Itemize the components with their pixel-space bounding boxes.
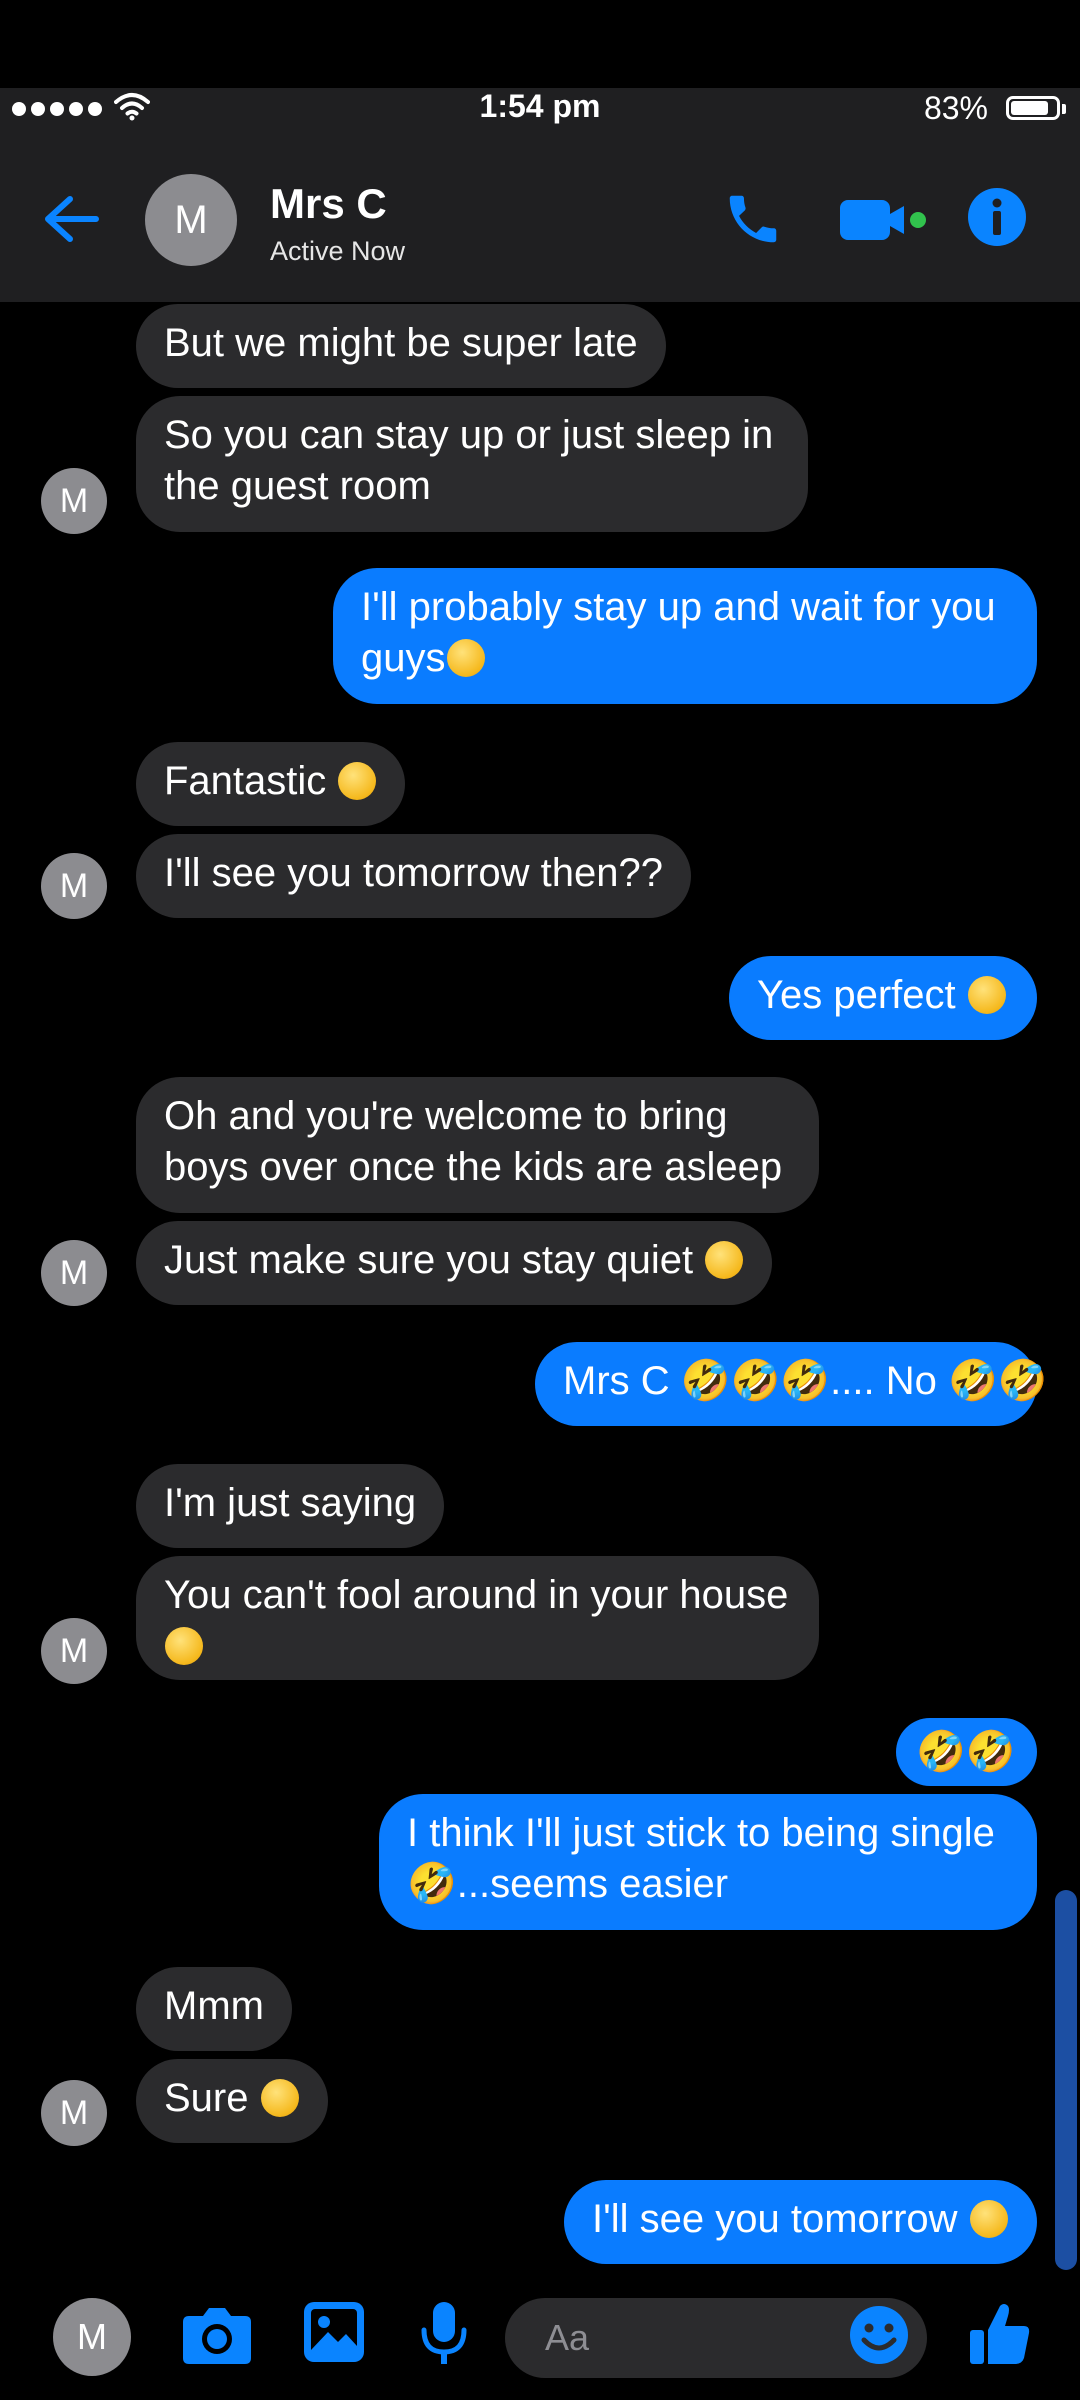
- message-text: I'll see you tomorrow then??: [164, 851, 664, 895]
- message-text-line: guys: [361, 636, 446, 680]
- message-bubble-incoming[interactable]: Just make sure you stay quiet: [136, 1221, 773, 1305]
- contact-name[interactable]: Mrs C: [270, 180, 387, 228]
- message-bubble-incoming[interactable]: But we might be super late: [136, 304, 666, 388]
- message-text: Just make sure you stay quiet: [164, 1238, 705, 1282]
- video-camera-icon[interactable]: [838, 196, 928, 244]
- message-bubble-incoming[interactable]: So you can stay up or just sleep in the …: [136, 396, 808, 532]
- message-text: Mmm: [164, 1984, 264, 2028]
- winking-face-emoji-icon: [260, 2079, 299, 2117]
- status-bar: 1:54 pm 83%: [0, 88, 1080, 138]
- contact-status: Active Now: [270, 236, 406, 266]
- message-text-line: You can't fool around in your house: [164, 1573, 789, 1617]
- message-bubble-incoming[interactable]: Oh and you're welcome to bring boys over…: [136, 1077, 819, 1213]
- message-bubble-incoming[interactable]: I'm just saying: [136, 1464, 445, 1548]
- message-text-line: boys over once the kids are asleep: [164, 1145, 783, 1189]
- sender-avatar[interactable]: M: [41, 468, 107, 534]
- message-text: I'll see you tomorrow: [592, 2197, 969, 2241]
- message-text-line: Oh and you're welcome to bring: [164, 1094, 728, 1138]
- message-text-line: I think I'll just stick to being single: [407, 1811, 995, 1855]
- message-bubble-incoming[interactable]: Sure: [136, 2059, 328, 2143]
- sender-avatar[interactable]: M: [41, 1618, 107, 1684]
- message-text-line: So you can stay up or just sleep in: [164, 413, 774, 457]
- hand-over-mouth-emoji-icon: [967, 976, 1006, 1014]
- back-arrow-icon[interactable]: [42, 193, 102, 245]
- message-bubble-outgoing[interactable]: I'll see you tomorrow: [564, 2180, 1037, 2264]
- composer-avatar[interactable]: M: [53, 2298, 131, 2376]
- battery-percentage: 83%: [923, 90, 988, 126]
- contact-avatar[interactable]: M: [145, 174, 237, 266]
- message-text: 🤣🤣: [916, 1730, 1016, 1774]
- message-text-line: 🤣...seems easier: [407, 1862, 729, 1906]
- message-bubble-outgoing[interactable]: Yes perfect: [729, 956, 1037, 1040]
- hand-over-mouth-emoji-icon: [969, 2200, 1008, 2238]
- phone-icon[interactable]: [722, 188, 784, 250]
- thumbs-up-icon[interactable]: [968, 2300, 1032, 2368]
- sender-avatar[interactable]: M: [41, 853, 107, 919]
- message-bubble-incoming[interactable]: You can't fool around in your house: [136, 1556, 819, 1680]
- camera-icon[interactable]: [181, 2302, 253, 2366]
- scroll-indicator[interactable]: [1055, 1890, 1077, 2270]
- message-bubble-outgoing[interactable]: Mrs C 🤣🤣🤣.... No 🤣🤣: [535, 1342, 1048, 1426]
- emoji-icon[interactable]: [848, 2304, 910, 2366]
- message-text: Sure: [164, 2076, 260, 2120]
- battery-icon: [1006, 96, 1060, 120]
- message-text: I'm just saying: [164, 1481, 417, 1525]
- message-text: Fantastic: [164, 759, 338, 803]
- message-text-line: I'll probably stay up and wait for you: [361, 585, 996, 629]
- hand-over-mouth-emoji-icon: [446, 639, 485, 677]
- face-with-rolling-eyes-emoji-icon: [165, 1627, 203, 1665]
- message-bubble-outgoing[interactable]: I'll probably stay up and wait for you g…: [333, 568, 1037, 704]
- face-blowing-kiss-emoji-icon: [338, 762, 377, 800]
- message-bubble-outgoing[interactable]: 🤣🤣: [896, 1718, 1037, 1786]
- message-bubble-incoming[interactable]: Fantastic: [136, 742, 406, 826]
- battery-tip: [1062, 104, 1066, 114]
- message-text: Yes perfect: [757, 973, 967, 1017]
- message-bubble-incoming[interactable]: I'll see you tomorrow then??: [136, 834, 692, 918]
- message-bubble-outgoing[interactable]: I think I'll just stick to being single …: [379, 1794, 1037, 1930]
- info-icon[interactable]: [966, 186, 1028, 248]
- sender-avatar[interactable]: M: [41, 1240, 107, 1306]
- sender-avatar[interactable]: M: [41, 2080, 107, 2146]
- message-text-line: the guest room: [164, 464, 431, 508]
- message-text: But we might be super late: [164, 321, 638, 365]
- message-bubble-incoming[interactable]: Mmm: [136, 1967, 292, 2051]
- clock: 1:54 pm: [479, 88, 601, 124]
- microphone-icon[interactable]: [420, 2300, 468, 2368]
- winking-face-emoji-icon: [705, 1241, 744, 1279]
- gallery-icon[interactable]: [302, 2300, 366, 2364]
- message-text: Mrs C 🤣🤣🤣.... No 🤣🤣: [563, 1359, 1048, 1403]
